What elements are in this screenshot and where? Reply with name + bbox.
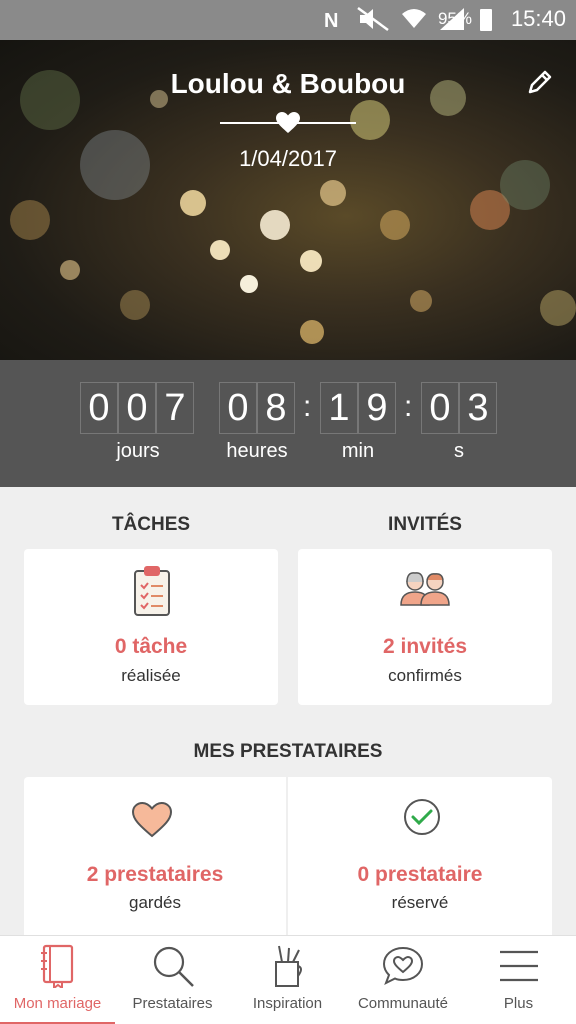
nav-label: Mon mariage	[13, 995, 102, 1012]
couple-names: Loulou & Boubou	[170, 68, 406, 99]
countdown: 0 0 7 jours 0 8 heures : 1 9 min : 0 3 s	[0, 360, 576, 487]
digit: 8	[257, 382, 295, 434]
notebook-icon	[40, 944, 76, 993]
nav-item-communaute[interactable]: Communauté	[345, 936, 461, 1024]
guests-title: INVITÉS	[388, 514, 462, 535]
heart-icon	[276, 112, 300, 139]
tasks-sub: réalisée	[121, 666, 181, 685]
pencil-cup-icon	[271, 944, 305, 993]
minutes-label: min	[341, 440, 375, 462]
battery-percent: 95%	[437, 9, 472, 28]
tasks-card[interactable]: 0 tâche réalisée	[24, 549, 278, 705]
wedding-date: 1/04/2017	[239, 146, 337, 171]
nav-item-prestataires[interactable]: Prestataires	[115, 936, 230, 1024]
digit: 7	[156, 382, 194, 434]
couple-icon	[399, 571, 451, 612]
booked-vendors-card[interactable]: 0 prestataire réservé	[288, 777, 552, 935]
mute-icon	[356, 6, 390, 32]
tasks-title: TÂCHES	[111, 514, 191, 535]
search-icon	[151, 944, 195, 993]
wifi-icon	[400, 6, 428, 32]
colon-separator: :	[404, 390, 413, 423]
booked-vendors-count: 0 prestataire	[357, 863, 483, 886]
guests-sub: confirmés	[388, 666, 462, 685]
hero-banner: Loulou & Boubou 1/04/2017	[0, 40, 576, 360]
nav-label: Plus	[503, 995, 534, 1012]
pencil-icon[interactable]	[524, 68, 554, 98]
days-label: jours	[116, 440, 160, 462]
seconds-label: s	[454, 440, 464, 462]
nav-label: Inspiration	[252, 995, 323, 1012]
nav-label: Prestataires	[132, 995, 213, 1012]
bottom-navigation: Mon mariage Prestataires Inspiration Com…	[0, 935, 576, 1024]
colon-separator: :	[303, 390, 312, 423]
hours-label: heures	[226, 440, 288, 462]
digit: 0	[421, 382, 459, 434]
countdown-days: 0 0 7	[80, 382, 194, 434]
digit: 3	[459, 382, 497, 434]
heart-icon	[131, 801, 173, 844]
check-circle-icon	[402, 797, 442, 842]
battery-icon	[480, 9, 492, 31]
saved-vendors-count: 2 prestataires	[86, 863, 224, 886]
digit: 0	[80, 382, 118, 434]
svg-text:N: N	[324, 10, 338, 32]
status-bar: N 95% 15:40	[0, 0, 576, 40]
nav-item-mon-mariage[interactable]: Mon mariage	[0, 936, 115, 1024]
nav-item-plus[interactable]: Plus	[461, 936, 576, 1024]
digit: 9	[358, 382, 396, 434]
guests-card[interactable]: 2 invités confirmés	[298, 549, 552, 705]
booked-vendors-sub: réservé	[391, 893, 449, 912]
clipboard-icon	[133, 565, 171, 622]
digit: 0	[118, 382, 156, 434]
vendors-title: MES PRESTATAIRES	[193, 741, 383, 762]
tasks-count: 0 tâche	[114, 635, 188, 658]
countdown-minutes: 1 9	[320, 382, 396, 434]
chat-heart-icon	[381, 944, 425, 993]
countdown-hours: 0 8	[219, 382, 295, 434]
saved-vendors-sub: gardés	[129, 893, 181, 912]
digit: 0	[219, 382, 257, 434]
saved-vendors-card[interactable]: 2 prestataires gardés	[24, 777, 286, 935]
nfc-icon: N	[322, 6, 346, 32]
menu-icon	[499, 944, 539, 993]
clock: 15:40	[510, 6, 566, 31]
digit: 1	[320, 382, 358, 434]
guests-count: 2 invités	[382, 635, 468, 658]
nav-label: Communauté	[357, 995, 449, 1012]
nav-item-inspiration[interactable]: Inspiration	[230, 936, 345, 1024]
countdown-seconds: 0 3	[421, 382, 497, 434]
